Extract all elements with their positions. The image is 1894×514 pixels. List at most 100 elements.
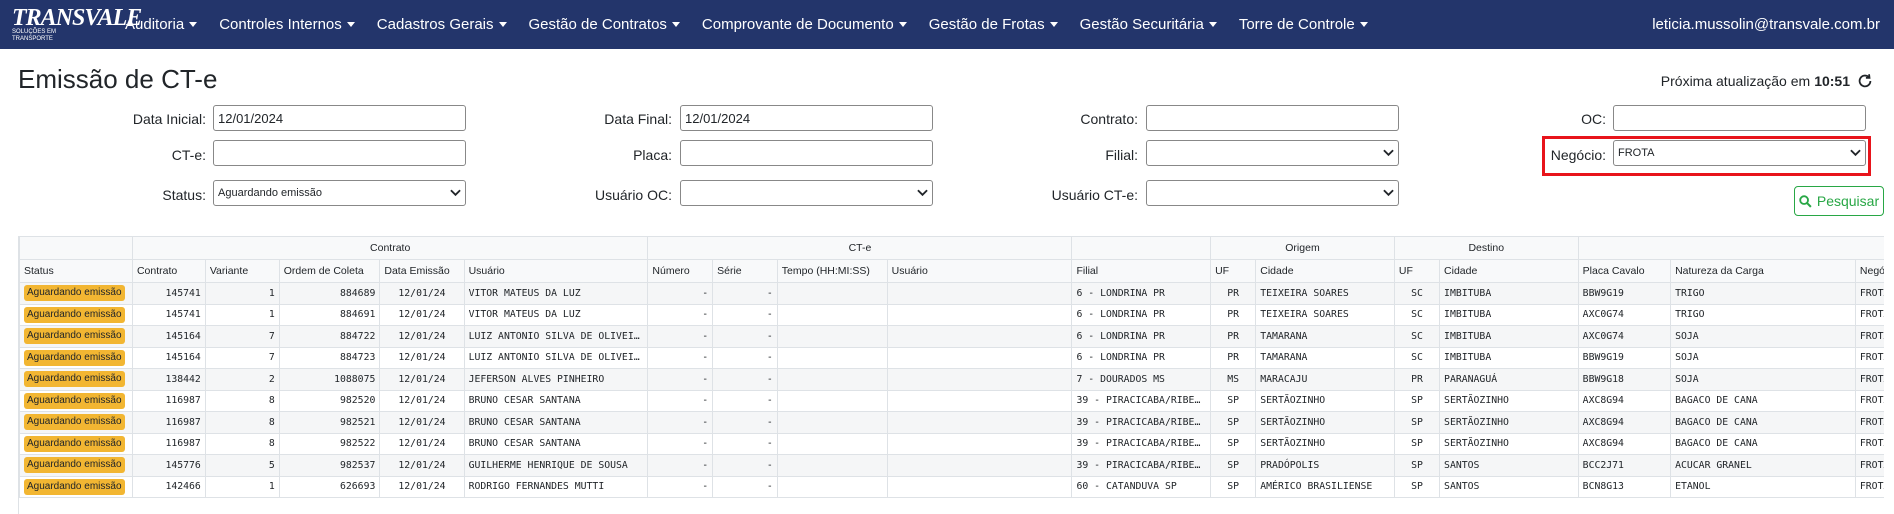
status-select[interactable]: Aguardando emissão [213,180,466,206]
col-cte-usuario[interactable]: Usuário [886,259,1073,283]
table-row[interactable]: Aguardando emissão 116987 8 982521 12/01/24 B… [19,411,1884,434]
main-menu: Auditoria Controles Internos Cadastros G… [114,0,1379,49]
contrato-input[interactable] [1146,105,1399,131]
table-row[interactable]: Aguardando emissão 116987 8 982522 12/01/24 B… [19,432,1884,455]
cte-input[interactable] [213,140,466,166]
data-final-input[interactable]: 12/01/2024 [680,105,933,131]
contrato-cell: 142466 [131,475,206,498]
oc-input[interactable] [1613,105,1866,131]
status-badge: Aguardando emissão [24,435,125,452]
variante-cell: 8 [204,432,280,455]
data-final-label: Data Final: [604,111,672,127]
search-button-label: Pesquisar [1816,193,1880,209]
table-row[interactable]: Aguardando emissão 145164 7 884722 12/01/24 L… [19,325,1884,348]
table-row[interactable]: Aguardando emissão 145776 5 982537 12/01/24 G… [19,454,1884,477]
col-origem-cidade[interactable]: Cidade [1255,259,1395,283]
menu-controles-internos[interactable]: Controles Internos [208,16,366,33]
caret-down-icon [898,22,907,27]
tempo-cell [776,411,888,434]
oc-label: OC: [1581,111,1606,127]
status-cell: Aguardando emissão [19,303,133,326]
numero-cell: - [647,303,714,326]
serie-cell: - [712,346,778,369]
col-variante[interactable]: Variante [204,259,280,283]
table-row[interactable]: Aguardando emissão 145741 1 884691 12/01/24 V… [19,303,1884,326]
col-serie[interactable]: Série [712,259,778,283]
natureza-cell: TRIGO [1670,282,1856,305]
data-emissao-cell: 12/01/24 [379,282,465,305]
group-empty [1577,236,1884,260]
status-cell: Aguardando emissão [19,475,133,498]
brand-tagline: SOLUÇÕES EM TRANSPORTE [12,28,57,42]
col-contrato[interactable]: Contrato [131,259,206,283]
usuario-cell: VITOR MATEUS DA LUZ [463,303,649,326]
placa-input[interactable] [680,140,933,166]
negocio-cell: FROTA PROPRIA [1854,432,1884,455]
table-row[interactable]: Aguardando emissão 142466 1 626693 12/01/24 R… [19,475,1884,498]
table-row[interactable]: Aguardando emissão 145741 1 884689 12/01/24 V… [19,282,1884,305]
user-email[interactable]: leticia.mussolin@transvale.com.br [1652,0,1880,49]
variante-cell: 1 [204,282,280,305]
negocio-cell: FROTA PROPRIA [1854,325,1884,348]
numero-cell: - [647,411,714,434]
usuario-cte-select[interactable] [1146,180,1399,206]
brand-logo[interactable]: TRANSVALE SOLUÇÕES EM TRANSPORTE [0,0,142,49]
col-tempo[interactable]: Tempo (HH:MI:SS) [776,259,888,283]
group-empty [19,236,133,260]
col-filial[interactable]: Filial [1071,259,1212,283]
menu-gestao-contratos[interactable]: Gestão de Contratos [518,16,691,33]
tempo-cell [776,432,888,455]
col-usuario[interactable]: Usuário [463,259,649,283]
menu-cadastros-gerais[interactable]: Cadastros Gerais [366,16,518,33]
filial-cell: 39 - PIRACICABA/RIBEI… [1071,454,1212,477]
col-destino-uf[interactable]: UF [1393,259,1441,283]
ordem-coleta-cell: 982520 [278,389,381,412]
filial-select[interactable] [1146,140,1399,166]
menu-gestao-frotas[interactable]: Gestão de Frotas [918,16,1069,33]
col-numero[interactable]: Número [647,259,714,283]
status-cell: Aguardando emissão [19,282,133,305]
menu-gestao-securitaria[interactable]: Gestão Securitária [1069,16,1228,33]
col-origem-uf[interactable]: UF [1210,259,1257,283]
filial-cell: 39 - PIRACICABA/RIBEI… [1071,432,1212,455]
destino-cidade-cell: IMBITUBA [1439,282,1579,305]
col-natureza[interactable]: Natureza da Carga [1670,259,1856,283]
negocio-cell: FROTA PROPRIA [1854,454,1884,477]
origem-cidade-cell: TAMARANA [1255,346,1395,369]
table-row[interactable]: Aguardando emissão 138442 2 1088075 12/01/24… [19,368,1884,391]
serie-cell: - [712,411,778,434]
negocio-select[interactable]: FROTA [1613,140,1866,166]
col-destino-cidade[interactable]: Cidade [1439,259,1579,283]
col-status[interactable]: Status [19,259,133,283]
menu-comprovante-documento[interactable]: Comprovante de Documento [691,16,918,33]
menu-label: Gestão Securitária [1079,16,1204,33]
caret-down-icon [189,22,198,27]
col-placa-cavalo[interactable]: Placa Cavalo [1577,259,1672,283]
tempo-cell [776,368,888,391]
menu-torre-controle[interactable]: Torre de Controle [1228,16,1379,33]
col-ordem-coleta[interactable]: Ordem de Coleta [278,259,381,283]
serie-cell: - [712,303,778,326]
serie-cell: - [712,282,778,305]
results-table-container: Contrato CT-e Origem Destino Status Cont… [18,236,1884,514]
natureza-cell: ETANOL [1670,475,1856,498]
ordem-coleta-cell: 884722 [278,325,381,348]
table-row[interactable]: Aguardando emissão 145164 7 884723 12/01/24 L… [19,346,1884,369]
table-row[interactable]: Aguardando emissão 116987 8 982520 12/01/24 B… [19,389,1884,412]
filial-cell: 39 - PIRACICABA/RIBEI… [1071,411,1212,434]
tempo-cell [776,389,888,412]
placa-cavalo-cell: BCC2J71 [1577,454,1672,477]
placa-cavalo-cell: AXC8G94 [1577,389,1672,412]
refresh-icon[interactable] [1856,72,1874,90]
col-negocio[interactable]: Negócio [1854,259,1884,283]
usuario-oc-select[interactable] [680,180,933,206]
cte-usuario-cell [886,303,1073,326]
search-button[interactable]: Pesquisar [1794,186,1884,216]
data-inicial-input[interactable]: 12/01/2024 [213,105,466,131]
contrato-cell: 138442 [131,368,206,391]
origem-cidade-cell: MARACAJU [1255,368,1395,391]
col-data-emissao[interactable]: Data Emissão [379,259,465,283]
menu-auditoria[interactable]: Auditoria [114,16,208,33]
status-badge: Aguardando emissão [24,414,125,431]
negocio-cell: FROTA PROPRIA [1854,282,1884,305]
